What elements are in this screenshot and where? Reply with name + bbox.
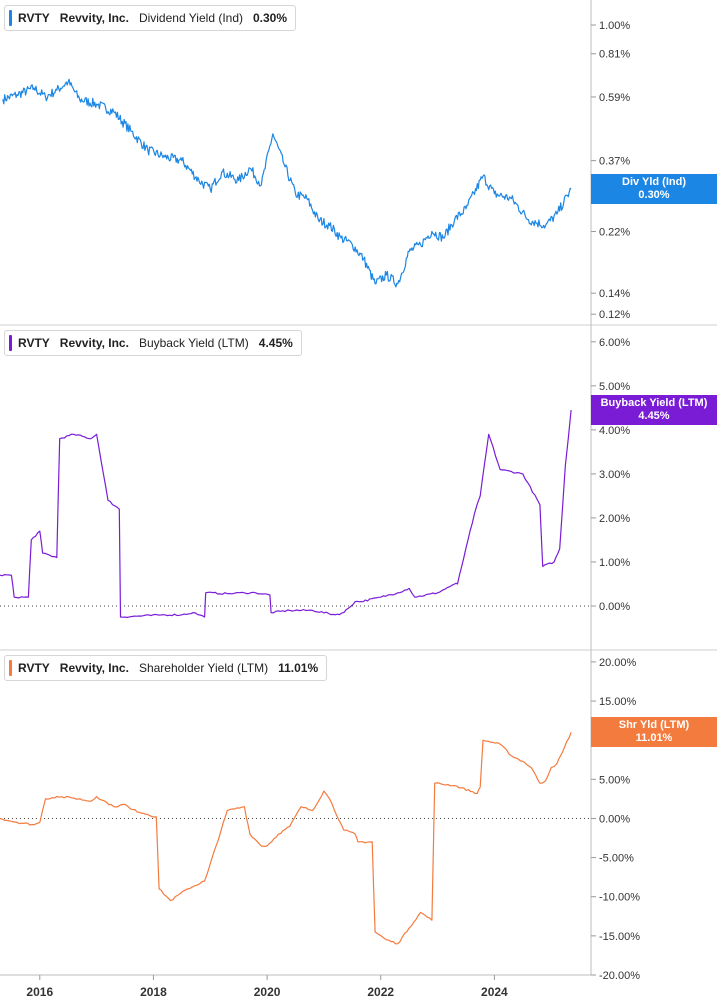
y-tick-label: 0.12% — [599, 309, 630, 321]
legend-ticker: RVTY — [18, 336, 50, 350]
x-tick-label: 2020 — [254, 985, 281, 999]
y-tick-label: 6.00% — [599, 337, 630, 349]
y-tick-label: 0.59% — [599, 92, 630, 104]
legend-metric-dividend: Dividend Yield (Ind) — [138, 11, 243, 25]
legend-value-dividend: 0.30% — [253, 11, 288, 25]
y-tick-label: -15.00% — [599, 931, 640, 943]
badge-buyback-label: Buyback Yield (LTM) — [600, 397, 708, 410]
badge-dividend-value: 0.30% — [638, 189, 670, 202]
legend-value-shareholder: 11.01% — [278, 661, 319, 675]
y-tick-label: 0.14% — [599, 288, 630, 300]
y-tick-label: 0.00% — [599, 813, 630, 825]
chart-svg: 1.00% 0.81% 0.59% 0.37% 0.22% 0.14% 0.12% 6.00%… — [0, 0, 717, 1005]
badge-buyback-value: 4.45% — [638, 410, 670, 423]
y-tick-label: -5.00% — [599, 853, 634, 865]
y-tick-label: 0.00% — [599, 601, 630, 613]
badge-dividend-label: Div Yld (Ind) — [622, 176, 686, 189]
y-tick-label: 1.00% — [599, 20, 630, 32]
legend-buyback[interactable]: RVTY Revvity, Inc. Buyback Yield (LTM) 4… — [4, 330, 302, 356]
y-tick-label: 0.22% — [599, 227, 630, 239]
badge-shareholder-label: Shr Yld (LTM) — [618, 719, 690, 732]
legend-ticker: RVTY — [18, 661, 50, 675]
legend-company: Revvity, Inc. — [59, 336, 129, 350]
legend-swatch-buyback — [9, 335, 12, 351]
y-tick-label: 0.81% — [599, 49, 630, 61]
value-badge-dividend: Div Yld (Ind) 0.30% — [591, 174, 717, 205]
x-tick-label: 2016 — [26, 985, 53, 999]
value-badge-shareholder: Shr Yld (LTM) 11.01% — [591, 717, 717, 748]
legend-swatch-shareholder — [9, 660, 12, 676]
x-tick-label: 2024 — [481, 985, 508, 999]
y-tick-label: 4.00% — [599, 425, 630, 437]
legend-ticker: RVTY — [18, 11, 50, 25]
legend-metric-buyback: Buyback Yield (LTM) — [138, 336, 249, 350]
legend-company: Revvity, Inc. — [59, 661, 129, 675]
y-tick-label: 5.00% — [599, 381, 630, 393]
x-tick-label: 2018 — [140, 985, 167, 999]
legend-dividend[interactable]: RVTY Revvity, Inc. Dividend Yield (Ind) … — [4, 5, 297, 31]
legend-company: Revvity, Inc. — [59, 11, 129, 25]
value-badge-buyback: Buyback Yield (LTM) 4.45% — [591, 395, 717, 426]
x-tick-label: 2022 — [367, 985, 394, 999]
y-tick-label: 1.00% — [599, 557, 630, 569]
y-tick-label: 15.00% — [599, 696, 637, 708]
y-tick-label: 3.00% — [599, 469, 630, 481]
y-tick-label: 20.00% — [599, 657, 637, 669]
y-tick-label: -10.00% — [599, 892, 640, 904]
badge-shareholder-value: 11.01% — [635, 732, 673, 745]
y-tick-label: -20.00% — [599, 970, 640, 982]
y-tick-label: 5.00% — [599, 774, 630, 786]
legend-value-buyback: 4.45% — [258, 336, 293, 350]
y-tick-label: 0.37% — [599, 156, 630, 168]
legend-shareholder[interactable]: RVTY Revvity, Inc. Shareholder Yield (LT… — [4, 655, 328, 681]
y-tick-label: 2.00% — [599, 513, 630, 525]
legend-metric-shareholder: Shareholder Yield (LTM) — [138, 661, 269, 675]
legend-swatch-dividend — [9, 10, 12, 26]
